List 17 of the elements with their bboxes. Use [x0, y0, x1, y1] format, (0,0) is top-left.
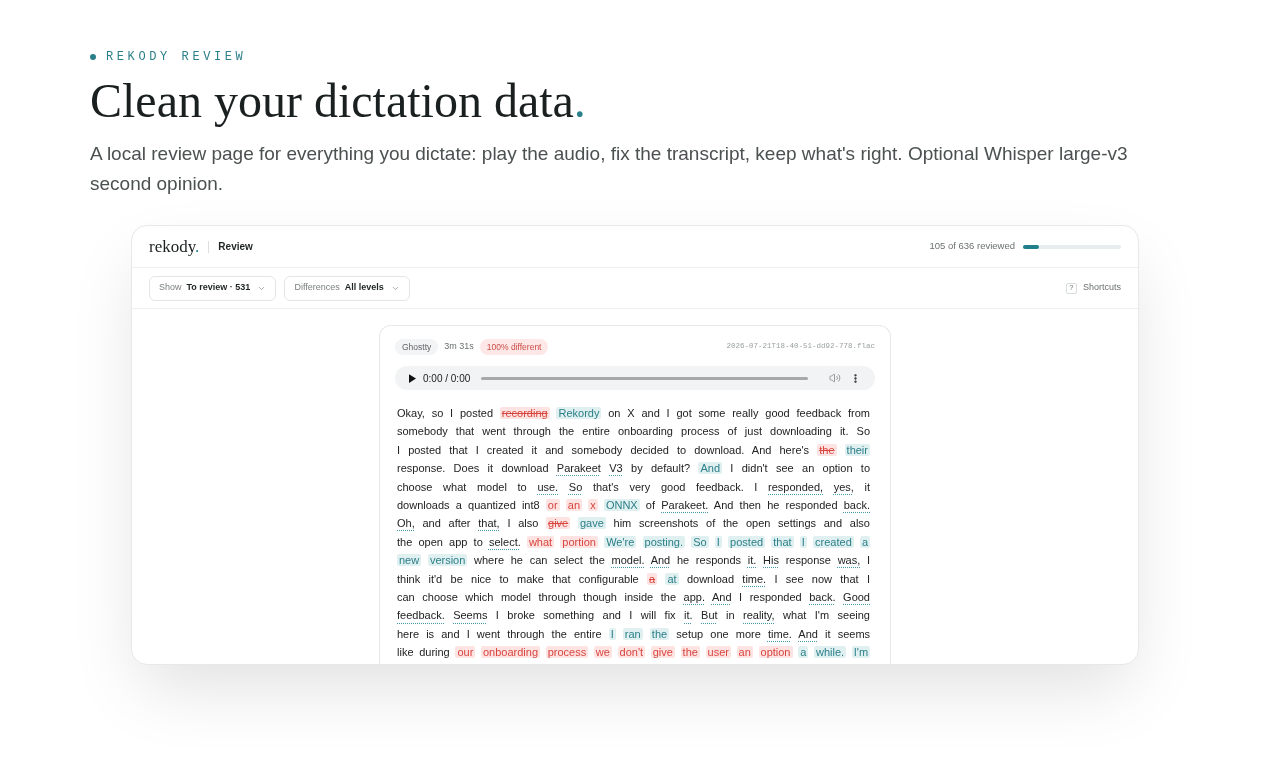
page-title: Review [218, 240, 253, 254]
app-tag: Ghostty [395, 339, 439, 355]
duration-label: 3m 31s [444, 340, 474, 354]
difference-tag: 100% different [479, 339, 549, 355]
page-description: A local review page for everything you dictate: play the audio, fix the transcript, keep what's right. Optional Whisper large-v3 second opinion. [90, 142, 1129, 196]
filter-dropdown[interactable]: Differences All levels [284, 275, 410, 301]
app-logo: rekody. [149, 236, 200, 257]
eyebrow-label: REKODY REVIEW [106, 49, 247, 65]
playback-time: 0:00 / 0:00 [423, 371, 471, 386]
volume-icon [829, 372, 841, 384]
filter-dropdown[interactable]: Show To review · 531 [149, 275, 277, 301]
transcript-text: Okay, so I posted recording Rekordy on X and I got some really good feedback from somebody that went through the entire onboarding process of just downloading it. So I posted that I created it and somebody decided to download. And here's the their response. Does it download Parakeet V3 by default? And I didn't see an option to choose what model to use. So that's very good feedback. I responded, yes, it downloads a quantized int8 or an x ONNX of Parakeet. And then he responded back. Oh, and after that, I also give gave him screenshots of the open settings and also the open app to select. what portion We're posting. So I posted that I created a new version where he can select the model. And he responds it. His response was, I think it'd be nice to make that configurable a at download time. I see now that I can choose which model through though inside the app. And I responded back. Good feedback. Seems I broke something and I will fix it. But in reality, what I'm seeing here is and I went through the entire I ran the setup one more time. And it seems like during our onboarding process we don't give the user an option a while. I'm [397, 406, 870, 661]
progress-label: 105 of 636 reviewed [929, 239, 1015, 254]
play-button[interactable] [409, 373, 416, 383]
seek-track[interactable] [481, 376, 808, 380]
play-icon [409, 373, 416, 383]
page-heading: Clean your dictation data. [90, 73, 586, 129]
